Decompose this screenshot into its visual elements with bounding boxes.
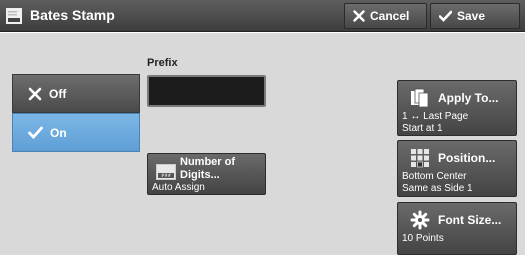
prefix-label: Prefix: [147, 57, 178, 69]
title-bar: Bates Stamp Cancel Save: [0, 0, 525, 32]
font-size-button[interactable]: Font Size... 10 Points: [397, 202, 517, 255]
apply-to-range: 1 ↔ Last Page: [402, 111, 469, 122]
position-side: Same as Side 1: [402, 183, 473, 194]
number-of-digits-label: Number of: [180, 156, 235, 168]
font-size-title: Font Size...: [438, 213, 502, 227]
off-option-label: Off: [49, 86, 67, 101]
checkmark-icon: [439, 10, 452, 22]
apply-to-button[interactable]: Apply To... 1 ↔ Last Page Start at 1: [397, 80, 517, 136]
cancel-label: Cancel: [370, 9, 410, 23]
off-option-button[interactable]: Off: [12, 74, 140, 113]
cancel-button[interactable]: Cancel: [344, 3, 427, 29]
number-of-digits-label-2: Digits...: [180, 169, 220, 181]
checkmark-icon: [28, 126, 43, 139]
on-option-button[interactable]: On: [12, 113, 140, 152]
gear-icon: [410, 210, 430, 230]
position-value: Bottom Center: [402, 171, 467, 182]
digits-icon: ###: [156, 164, 176, 180]
pages-icon: [411, 88, 429, 108]
x-icon: [28, 87, 42, 100]
save-button[interactable]: Save: [430, 3, 520, 29]
number-of-digits-button[interactable]: ### Number of Digits... Auto Assign: [147, 153, 266, 195]
number-of-digits-value: Auto Assign: [152, 182, 205, 193]
position-grid-icon: [411, 149, 429, 168]
settings-panel: Prefix Off On ### Number of Digits... Au…: [0, 33, 525, 255]
save-label: Save: [457, 9, 486, 23]
close-icon: [353, 10, 365, 22]
page-title: Bates Stamp: [30, 7, 115, 23]
font-size-value: 10 Points: [402, 233, 444, 244]
position-button[interactable]: Position... Bottom Center Same as Side 1: [397, 140, 517, 197]
prefix-input[interactable]: [147, 75, 266, 107]
apply-to-title: Apply To...: [438, 91, 499, 105]
svg-text:###: ###: [161, 173, 172, 178]
apply-to-start: Start at 1: [402, 123, 443, 134]
bates-stamp-icon: [6, 8, 22, 24]
on-option-label: On: [50, 125, 67, 140]
position-title: Position...: [438, 151, 496, 165]
